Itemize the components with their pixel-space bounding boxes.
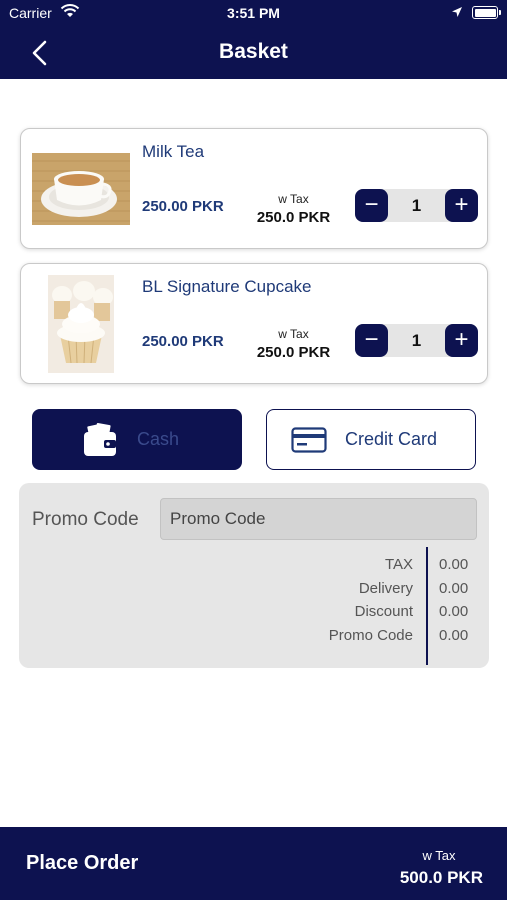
battery-icon <box>472 6 501 19</box>
summary-divider <box>426 547 428 665</box>
place-order-bar: Place Order w Tax 500.0 PKR <box>0 827 507 900</box>
navigation-header: Carrier 3:51 PM Basket <box>0 0 507 79</box>
milk-tea-image <box>32 153 130 225</box>
credit-card-payment-button[interactable]: Credit Card <box>266 409 476 470</box>
quantity-stepper: − 1 + <box>355 324 478 357</box>
with-tax-label: w Tax <box>278 327 309 341</box>
credit-card-label: Credit Card <box>345 429 438 449</box>
item-price: 250.00 PKR <box>142 333 224 350</box>
summary-delivery-label: Delivery <box>358 580 413 597</box>
with-tax-label: w Tax <box>278 192 309 206</box>
summary-discount-value: 0.00 <box>439 603 469 620</box>
item-name: Milk Tea <box>142 142 205 161</box>
basket-item-card: Milk Tea 250.00 PKR w Tax 250.0 PKR − 1 … <box>20 128 488 249</box>
location-arrow-icon <box>452 7 462 17</box>
wallet-icon <box>84 423 116 456</box>
increase-quantity-button[interactable]: + <box>445 324 478 357</box>
quantity-stepper: − 1 + <box>355 189 478 222</box>
promo-code-label: Promo Code <box>32 509 139 530</box>
status-bar: Carrier 3:51 PM <box>0 0 507 28</box>
status-time: 3:51 PM <box>227 5 280 21</box>
page-title: Basket <box>219 40 288 63</box>
decrease-quantity-button[interactable]: − <box>355 324 388 357</box>
summary-tax-label: TAX <box>384 556 413 573</box>
decrease-quantity-button[interactable]: − <box>355 189 388 222</box>
order-summary-panel: Promo Code TAX 0.00 Delivery 0.00 Discou… <box>19 483 489 668</box>
quantity-value: 1 <box>411 196 422 215</box>
basket-item-card: BL Signature Cupcake 250.00 PKR w Tax 25… <box>20 263 488 384</box>
quantity-value: 1 <box>411 331 422 350</box>
with-tax-price: 250.0 PKR <box>256 209 331 226</box>
total-with-tax-label: w Tax <box>422 848 456 863</box>
item-price: 250.00 PKR <box>142 198 224 215</box>
summary-delivery-value: 0.00 <box>439 580 469 597</box>
cupcake-image <box>48 275 114 373</box>
cash-label: Cash <box>137 429 180 449</box>
item-name: BL Signature Cupcake <box>142 277 312 296</box>
summary-discount-label: Discount <box>354 603 413 620</box>
order-total: 500.0 PKR <box>399 868 483 887</box>
summary-promo-label: Promo Code <box>328 627 413 644</box>
place-order-button[interactable]: Place Order <box>26 852 138 875</box>
credit-card-icon <box>291 427 327 453</box>
summary-tax-value: 0.00 <box>439 556 469 573</box>
with-tax-price: 250.0 PKR <box>256 344 331 361</box>
increase-quantity-button[interactable]: + <box>445 189 478 222</box>
summary-promo-value: 0.00 <box>439 627 469 644</box>
promo-code-input[interactable] <box>160 498 477 540</box>
cash-payment-button[interactable]: Cash <box>32 409 242 470</box>
